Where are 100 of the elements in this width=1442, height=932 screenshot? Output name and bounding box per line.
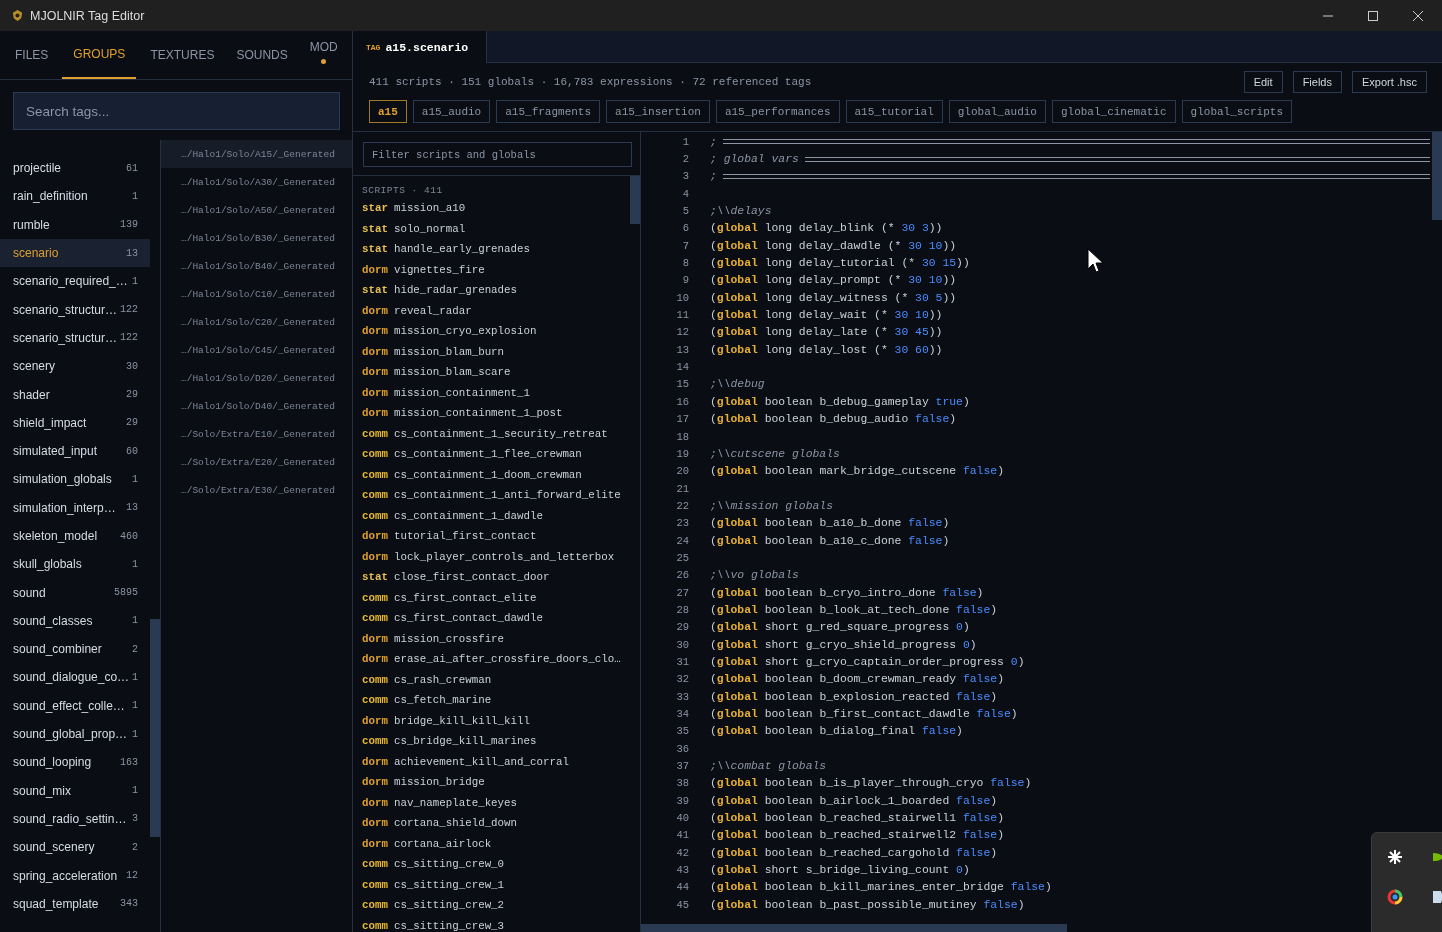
- group-item[interactable]: scenario_structur… 122: [0, 295, 150, 324]
- script-item[interactable]: dorm mission_crossfire: [362, 628, 626, 649]
- sparkle-icon[interactable]: [1387, 849, 1403, 865]
- side-tab[interactable]: TEXTURES: [139, 31, 226, 79]
- source-chip[interactable]: a15_tutorial: [845, 100, 943, 123]
- script-item[interactable]: comm cs_first_contact_elite: [362, 587, 626, 608]
- script-item[interactable]: star mission_a10: [362, 198, 626, 219]
- group-item[interactable]: scenario_structur… 122: [0, 323, 150, 353]
- side-tab[interactable]: FILES: [4, 31, 60, 79]
- source-chip[interactable]: global_cinematic: [1051, 100, 1176, 123]
- script-item[interactable]: comm cs_fetch_marine: [362, 690, 626, 711]
- source-chip[interactable]: a15_audio: [412, 100, 491, 123]
- script-item[interactable]: dorm mission_bridge: [362, 772, 626, 793]
- path-item[interactable]: …/Halo1/Solo/A30/_Generated: [161, 168, 352, 196]
- group-item[interactable]: simulation_interp… 13: [0, 493, 150, 522]
- path-item[interactable]: …/Halo1/Solo/C10/_Generated: [161, 280, 352, 308]
- group-item[interactable]: scenery 30: [0, 352, 150, 381]
- script-item[interactable]: dorm tutorial_first_contact: [362, 526, 626, 547]
- source-chip[interactable]: a15: [369, 100, 407, 123]
- script-item[interactable]: comm cs_containment_1_dawdle: [362, 505, 626, 526]
- close-icon[interactable]: [1412, 9, 1424, 22]
- source-chip[interactable]: a15_performances: [715, 100, 840, 123]
- group-item[interactable]: simulation_globals 1: [0, 465, 150, 494]
- script-item[interactable]: dorm mission_blam_burn: [362, 341, 626, 362]
- document-tab[interactable]: TAG a15.scenario: [353, 31, 488, 63]
- group-item[interactable]: sound_radio_settin… 3: [0, 804, 150, 834]
- group-item[interactable]: sound_combiner 2: [0, 635, 150, 664]
- script-item[interactable]: comm cs_sitting_crew_1: [362, 874, 626, 895]
- group-item[interactable]: sound_effect_colle… 1: [0, 691, 150, 720]
- group-item[interactable]: rain_definition 1: [0, 182, 150, 211]
- script-item[interactable]: dorm cortana_shield_down: [362, 813, 626, 834]
- script-item[interactable]: dorm achievement_kill_and_corral: [362, 751, 626, 772]
- script-item[interactable]: stat hide_radar_grenades: [362, 280, 626, 301]
- path-item[interactable]: …/Halo1/Solo/D20/_Generated: [161, 364, 352, 392]
- script-item[interactable]: comm cs_bridge_kill_marines: [362, 731, 626, 752]
- maximize-icon[interactable]: [1367, 9, 1379, 22]
- path-item[interactable]: …/Halo1/Solo/B40/_Generated: [161, 252, 352, 280]
- scrollbar-thumb[interactable]: [1432, 132, 1442, 220]
- path-item[interactable]: …/Solo/Extra/E30/_Generated: [161, 476, 352, 504]
- group-item[interactable]: projectile 61: [0, 154, 150, 183]
- group-item[interactable]: shield_impact 29: [0, 408, 150, 437]
- path-item[interactable]: …/Solo/Extra/E10/_Generated: [161, 420, 352, 448]
- action-button[interactable]: Fields: [1292, 71, 1342, 93]
- path-item[interactable]: …/Halo1/Solo/C20/_Generated: [161, 308, 352, 336]
- script-item[interactable]: dorm mission_cryo_explosion: [362, 321, 626, 342]
- group-item[interactable]: sound 5895: [0, 578, 150, 607]
- source-chip[interactable]: global_audio: [948, 100, 1046, 123]
- script-item[interactable]: dorm mission_containment_1_post: [362, 403, 626, 424]
- path-item[interactable]: …/Solo/Extra/E20/_Generated: [161, 448, 352, 476]
- source-chip[interactable]: global_scripts: [1181, 100, 1292, 123]
- script-item[interactable]: dorm nav_nameplate_keyes: [362, 792, 626, 813]
- script-item[interactable]: stat handle_early_grenades: [362, 239, 626, 260]
- script-item[interactable]: comm cs_sitting_crew_2: [362, 895, 626, 916]
- script-item[interactable]: dorm reveal_radar: [362, 300, 626, 321]
- ring-icon[interactable]: [1387, 889, 1403, 905]
- script-item[interactable]: dorm erase_ai_after_crossfire_doors_clo…: [362, 649, 626, 670]
- group-item[interactable]: skull_globals 1: [0, 550, 150, 579]
- source-chip[interactable]: a15_insertion: [606, 100, 710, 123]
- group-item[interactable]: sound_scenery 2: [0, 833, 150, 862]
- script-item[interactable]: comm cs_first_contact_dawdle: [362, 608, 626, 629]
- group-item[interactable]: shader 29: [0, 380, 150, 409]
- script-item[interactable]: comm cs_containment_1_flee_crewman: [362, 444, 626, 465]
- script-item[interactable]: dorm vignettes_fire: [362, 259, 626, 280]
- script-item[interactable]: dorm bridge_kill_kill_kill: [362, 710, 626, 731]
- script-item[interactable]: comm cs_containment_1_security_retreat: [362, 423, 626, 444]
- path-item[interactable]: …/Halo1/Solo/A50/_Generated: [161, 196, 352, 224]
- path-item[interactable]: …/Halo1/Solo/A15/_Generated: [161, 140, 352, 168]
- path-item[interactable]: …/Halo1/Solo/C45/_Generated: [161, 336, 352, 364]
- side-tab[interactable]: GROUPS: [62, 31, 137, 79]
- group-item[interactable]: simulated_input 60: [0, 436, 150, 466]
- group-item[interactable]: sound_global_prop… 1: [0, 719, 150, 749]
- group-item[interactable]: sound_looping 163: [0, 748, 150, 777]
- script-item[interactable]: comm cs_containment_1_anti_forward_elite: [362, 485, 626, 506]
- group-item[interactable]: skeleton_model 460: [0, 521, 150, 551]
- group-item[interactable]: sound_mix 1: [0, 776, 150, 805]
- group-item[interactable]: scenario 13: [0, 238, 150, 268]
- group-item[interactable]: spring_acceleration 12: [0, 861, 150, 890]
- action-button[interactable]: Edit: [1243, 71, 1283, 93]
- group-item[interactable]: squad_template 343: [0, 889, 150, 918]
- scrollbar-thumb[interactable]: [630, 176, 640, 224]
- script-item[interactable]: dorm mission_containment_1: [362, 382, 626, 403]
- script-item[interactable]: comm cs_sitting_crew_0: [362, 854, 626, 875]
- scrollbar-thumb[interactable]: [150, 619, 160, 837]
- group-item[interactable]: sound_dialogue_co… 1: [0, 663, 150, 692]
- script-item[interactable]: stat close_first_contact_door: [362, 567, 626, 588]
- script-item[interactable]: dorm cortana_airlock: [362, 833, 626, 854]
- action-button[interactable]: Export .hsc: [1351, 71, 1427, 93]
- path-item[interactable]: …/Halo1/Solo/D40/_Generated: [161, 392, 352, 420]
- side-tab[interactable]: MOD: [298, 31, 349, 79]
- filter-field[interactable]: Filter scripts and globals: [363, 142, 632, 167]
- group-item[interactable]: rumble 139: [0, 210, 150, 239]
- script-item[interactable]: comm cs_containment_1_doom_crewman: [362, 464, 626, 485]
- script-item[interactable]: stat solo_normal: [362, 218, 626, 239]
- script-item[interactable]: dorm mission_blam_scare: [362, 362, 626, 383]
- script-item[interactable]: comm cs_sitting_crew_3: [362, 915, 626, 932]
- group-item[interactable]: sound_classes 1: [0, 606, 150, 636]
- script-item[interactable]: comm cs_rash_crewman: [362, 669, 626, 690]
- search-field[interactable]: Search tags...: [13, 92, 340, 130]
- side-tab[interactable]: SOUNDS: [225, 31, 299, 79]
- path-item[interactable]: …/Halo1/Solo/B30/_Generated: [161, 224, 352, 252]
